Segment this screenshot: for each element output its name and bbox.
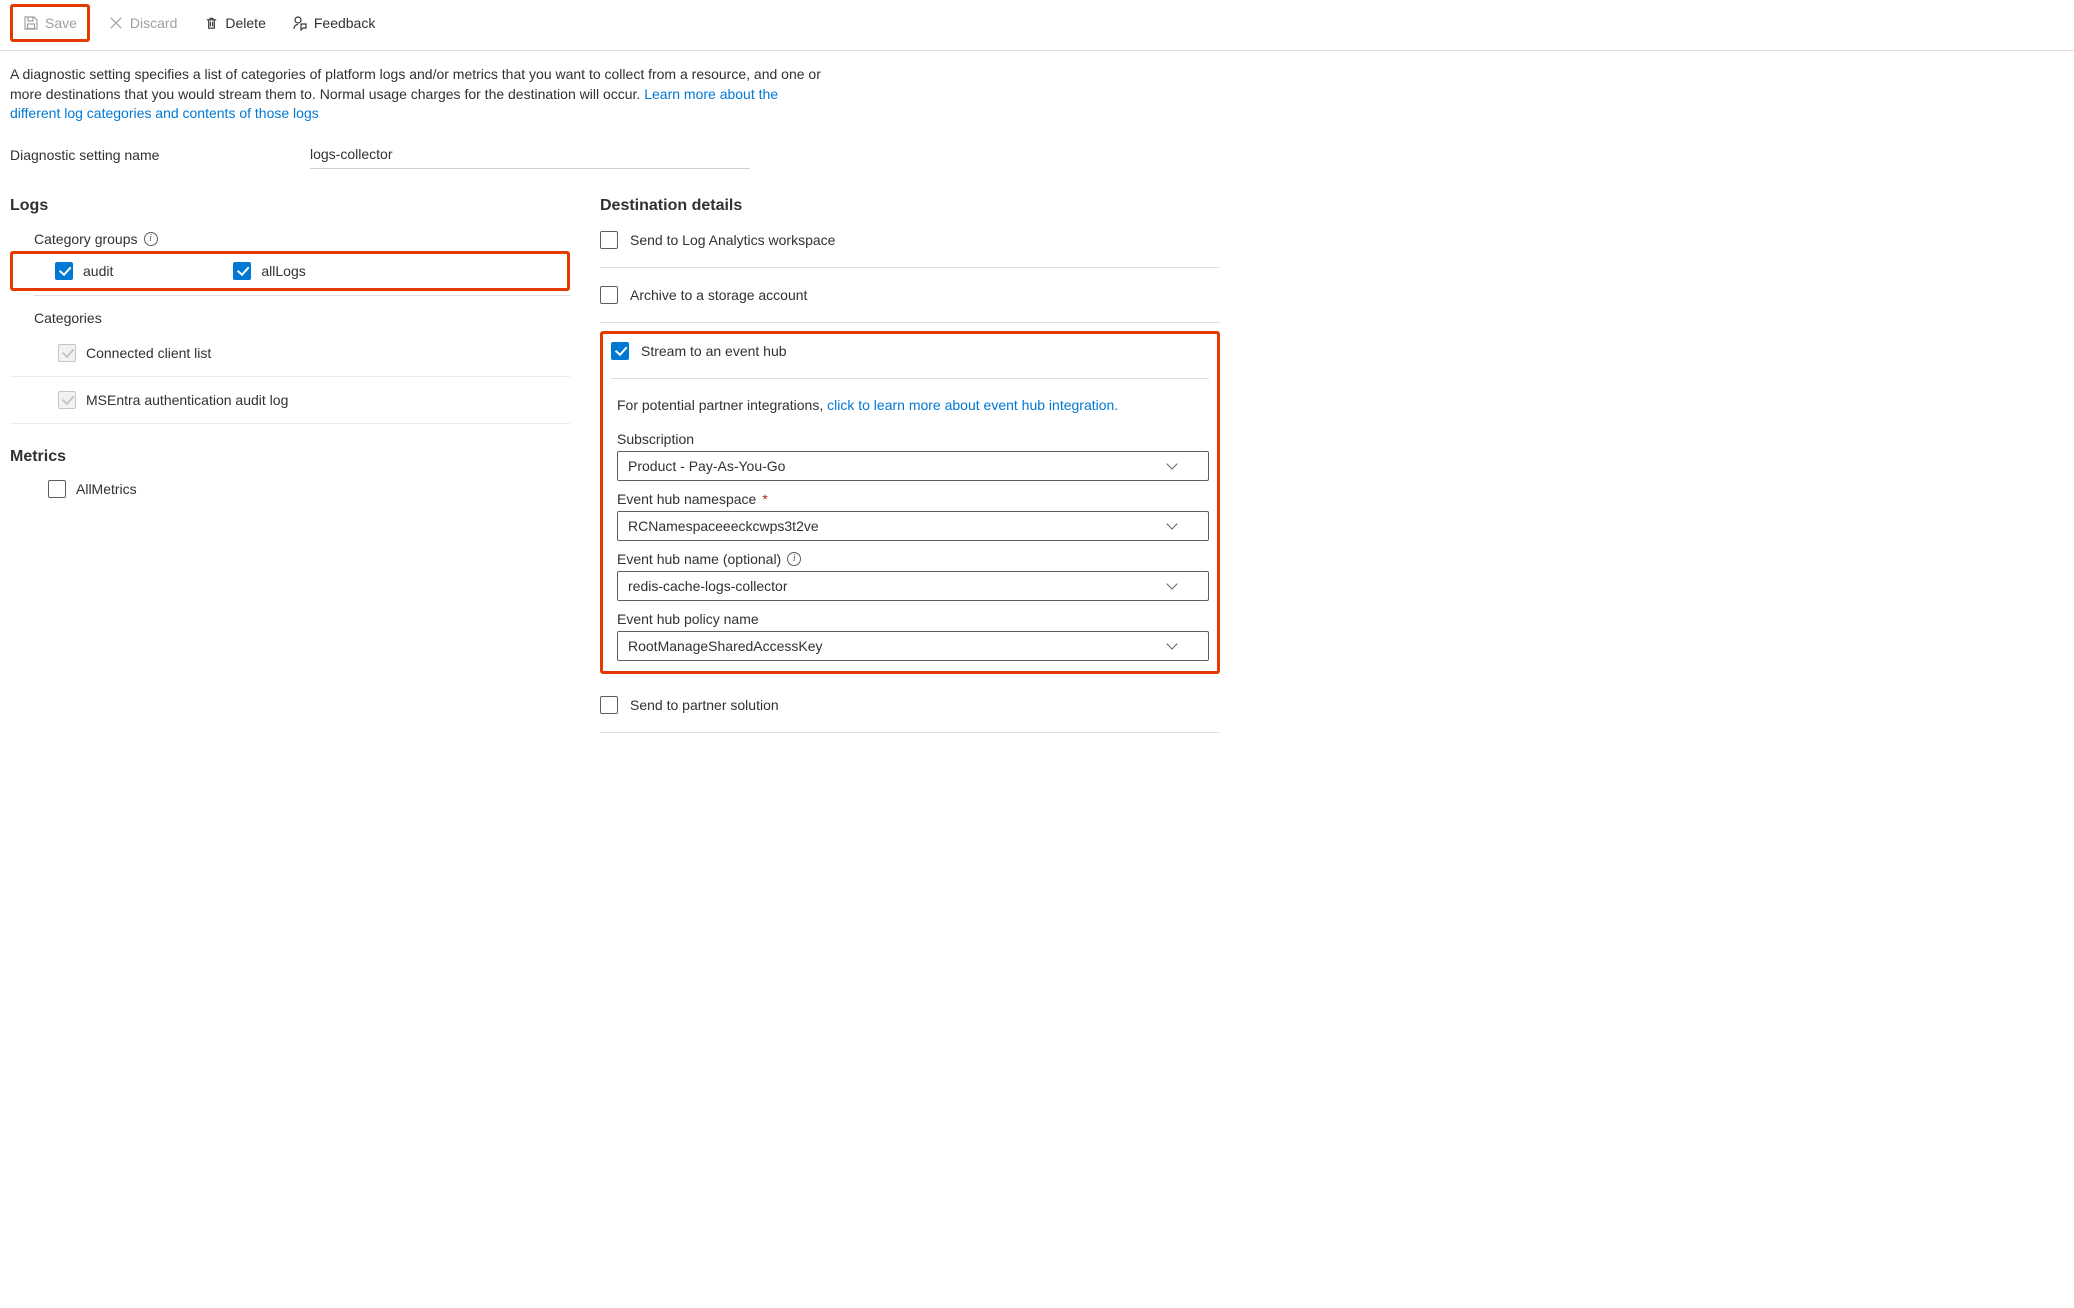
delete-button[interactable]: Delete <box>195 9 273 37</box>
close-icon <box>108 15 124 31</box>
checkbox-icon <box>58 391 76 409</box>
info-icon[interactable]: i <box>787 552 801 566</box>
destination-heading: Destination details <box>600 187 1220 221</box>
setting-name-row: Diagnostic setting name logs-collector <box>0 124 2074 179</box>
chevron-down-icon <box>1166 520 1178 532</box>
description-block: A diagnostic setting specifies a list of… <box>0 51 840 124</box>
toolbar: Save Discard Delete Feedback <box>0 0 2074 51</box>
categories-heading: Categories <box>10 300 570 330</box>
policy-select[interactable]: RootManageSharedAccessKey <box>617 631 1209 661</box>
dest-log-analytics[interactable]: Send to Log Analytics workspace <box>600 221 1220 259</box>
select-value: Product - Pay-As-You-Go <box>628 458 785 474</box>
feedback-icon <box>292 15 308 31</box>
namespace-select[interactable]: RCNamespaceeeckcwps3t2ve <box>617 511 1209 541</box>
alllogs-label: allLogs <box>261 263 305 279</box>
info-icon[interactable]: i <box>144 232 158 246</box>
dest-event-hub[interactable]: Stream to an event hub <box>611 340 1209 370</box>
select-value: redis-cache-logs-collector <box>628 578 788 594</box>
logs-column: Logs Category groups i audit allLogs Cat… <box>10 187 570 741</box>
dest-label: Send to Log Analytics workspace <box>630 232 835 248</box>
checkbox-audit[interactable]: audit <box>55 262 113 280</box>
dest-partner-solution[interactable]: Send to partner solution <box>600 674 1220 724</box>
category-label: Connected client list <box>86 345 211 361</box>
checkbox-icon <box>600 696 618 714</box>
event-hub-intro: For potential partner integrations, clic… <box>617 387 1209 421</box>
category-msentra-auth-audit-log[interactable]: MSEntra authentication audit log <box>10 377 570 424</box>
select-value: RCNamespaceeeckcwps3t2ve <box>628 518 819 534</box>
checkbox-alllogs[interactable]: allLogs <box>233 262 305 280</box>
checkbox-icon <box>48 480 66 498</box>
select-value: RootManageSharedAccessKey <box>628 638 823 654</box>
checkbox-icon <box>233 262 251 280</box>
eventhub-name-label: Event hub name (optional) i <box>617 541 1209 571</box>
destination-column: Destination details Send to Log Analytic… <box>600 187 1220 741</box>
checkbox-allmetrics[interactable]: AllMetrics <box>10 472 570 506</box>
dest-label: Send to partner solution <box>630 697 779 713</box>
delete-label: Delete <box>225 15 265 31</box>
setting-name-input[interactable]: logs-collector <box>310 142 750 169</box>
audit-label: audit <box>83 263 113 279</box>
eventhub-name-select[interactable]: redis-cache-logs-collector <box>617 571 1209 601</box>
subscription-label: Subscription <box>617 421 1209 451</box>
feedback-button[interactable]: Feedback <box>284 9 383 37</box>
checkbox-icon <box>611 342 629 360</box>
save-icon <box>23 15 39 31</box>
category-connected-client-list[interactable]: Connected client list <box>10 330 570 377</box>
chevron-down-icon <box>1166 460 1178 472</box>
checkbox-icon <box>58 344 76 362</box>
event-hub-learn-more-link[interactable]: click to learn more about event hub inte… <box>827 397 1118 413</box>
checkbox-icon <box>600 231 618 249</box>
policy-label: Event hub policy name <box>617 601 1209 631</box>
category-groups-heading: Category groups i <box>10 221 570 251</box>
category-label: MSEntra authentication audit log <box>86 392 288 408</box>
discard-label: Discard <box>130 15 177 31</box>
main-columns: Logs Category groups i audit allLogs Cat… <box>0 179 2074 751</box>
chevron-down-icon <box>1166 580 1178 592</box>
logs-heading: Logs <box>10 187 570 221</box>
highlight-category-groups: audit allLogs <box>10 251 570 291</box>
feedback-label: Feedback <box>314 15 375 31</box>
dest-storage-account[interactable]: Archive to a storage account <box>600 276 1220 314</box>
setting-name-label: Diagnostic setting name <box>10 147 310 163</box>
namespace-label: Event hub namespace* <box>617 481 1209 511</box>
dest-label: Archive to a storage account <box>630 287 807 303</box>
checkbox-icon <box>55 262 73 280</box>
checkbox-icon <box>600 286 618 304</box>
chevron-down-icon <box>1166 640 1178 652</box>
discard-button[interactable]: Discard <box>100 9 185 37</box>
highlight-save-button: Save <box>10 4 90 42</box>
metrics-heading: Metrics <box>10 424 570 472</box>
dest-label: Stream to an event hub <box>641 343 787 359</box>
allmetrics-label: AllMetrics <box>76 481 137 497</box>
subscription-select[interactable]: Product - Pay-As-You-Go <box>617 451 1209 481</box>
highlight-event-hub: Stream to an event hub For potential par… <box>600 331 1220 674</box>
save-button[interactable]: Save <box>15 9 85 37</box>
save-label: Save <box>45 15 77 31</box>
trash-icon <box>203 15 219 31</box>
